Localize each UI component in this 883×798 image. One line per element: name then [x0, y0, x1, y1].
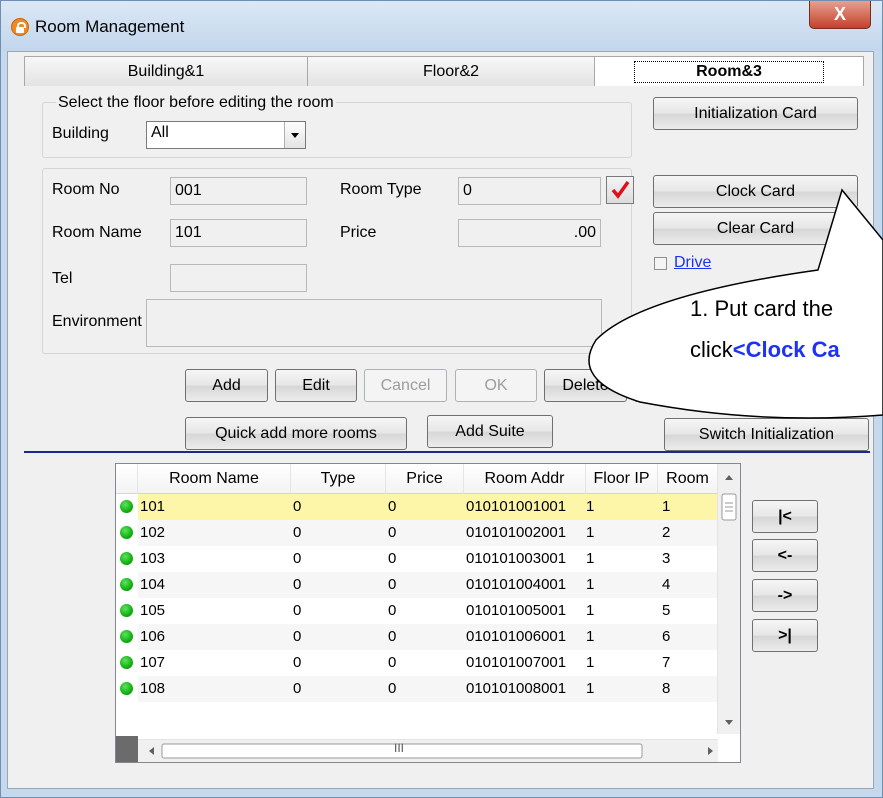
- column-header-type[interactable]: Type: [291, 464, 386, 494]
- callout-line-1: 1. Put card the: [690, 296, 834, 321]
- table-cell: 8: [662, 680, 671, 697]
- table-cell: 6: [662, 628, 671, 645]
- scroll-right-icon: [708, 747, 713, 755]
- room-table[interactable]: Room Name Type Price Room Addr Floor IP …: [115, 463, 741, 763]
- table-cell: 010101003001: [466, 550, 567, 567]
- table-cell: 101: [140, 498, 166, 515]
- section-separator: [24, 451, 870, 453]
- table-cell: 010101006001: [466, 628, 567, 645]
- table-cell: 0: [293, 654, 302, 671]
- previous-record-button[interactable]: <-: [752, 539, 818, 572]
- table-cell: 1: [662, 498, 671, 515]
- table-cell: 103: [140, 550, 166, 567]
- horizontal-scrollbar[interactable]: III: [138, 739, 718, 762]
- table-cell: 3: [662, 550, 671, 567]
- status-dot-icon: [120, 682, 133, 695]
- table-cell: 0: [293, 524, 302, 541]
- table-row[interactable]: 104 0 0 010101004001 1 4: [116, 572, 718, 598]
- table-cell: 010101004001: [466, 576, 567, 593]
- table-cell: 108: [140, 680, 166, 697]
- table-row[interactable]: 108 0 0 010101008001 1 8: [116, 676, 718, 702]
- status-dot-icon: [120, 552, 133, 565]
- table-cell: 010101001001: [466, 498, 567, 515]
- table-cell: 106: [140, 628, 166, 645]
- table-row[interactable]: 105 0 0 010101005001 1 5: [116, 598, 716, 624]
- table-cell: 010101008001: [466, 680, 567, 697]
- table-row[interactable]: 107 0 0 010101007001 1 7: [116, 650, 716, 676]
- table-cell: 0: [388, 680, 397, 697]
- table-cell: 0: [293, 680, 302, 697]
- table-cell: 0: [293, 576, 302, 593]
- table-row[interactable]: 101 0 0 010101001001 1 1: [116, 494, 718, 520]
- table-cell: 0: [293, 602, 302, 619]
- table-cell: 0: [293, 550, 302, 567]
- table-cell: 010101005001: [466, 602, 567, 619]
- table-cell: 107: [140, 654, 166, 671]
- status-dot-icon: [120, 578, 133, 591]
- table-cell: 1: [586, 524, 595, 541]
- status-dot-icon: [120, 604, 133, 617]
- column-header-price[interactable]: Price: [386, 464, 464, 494]
- table-cell: 1: [586, 680, 595, 697]
- table-row[interactable]: 102 0 0 010101002001 1 2: [116, 520, 718, 546]
- callout-line-2: click<Clock Ca: [690, 337, 840, 362]
- table-cell: 0: [388, 602, 397, 619]
- table-cell: 102: [140, 524, 166, 541]
- table-cell: 5: [662, 602, 671, 619]
- table-cell: 1: [586, 576, 595, 593]
- scroll-left-icon: [149, 747, 154, 755]
- table-corner: [116, 736, 138, 762]
- last-record-button[interactable]: >|: [752, 619, 818, 652]
- table-cell: 1: [586, 654, 595, 671]
- status-dot-icon: [120, 656, 133, 669]
- row-selector-header: [116, 464, 138, 494]
- table-cell: 0: [388, 654, 397, 671]
- scroll-down-icon: [725, 720, 733, 725]
- table-cell: 0: [293, 628, 302, 645]
- table-cell: 1: [586, 550, 595, 567]
- table-row[interactable]: 103 0 0 010101003001 1 3: [116, 546, 716, 572]
- table-cell: 4: [662, 576, 671, 593]
- table-header: Room Name Type Price Room Addr Floor IP …: [116, 464, 718, 494]
- column-header-floor-ip[interactable]: Floor IP: [586, 464, 658, 494]
- table-cell: 2: [662, 524, 671, 541]
- table-cell: 0: [388, 576, 397, 593]
- table-cell: 010101002001: [466, 524, 567, 541]
- status-dot-icon: [120, 500, 133, 513]
- table-cell: 0: [388, 498, 397, 515]
- column-header-room-name[interactable]: Room Name: [138, 464, 291, 494]
- vertical-scrollbar[interactable]: [717, 464, 740, 734]
- first-record-button[interactable]: |<: [752, 500, 818, 533]
- table-row[interactable]: 106 0 0 010101006001 1 6: [116, 624, 718, 650]
- table-cell: 7: [662, 654, 671, 671]
- scroll-grip-text: III: [394, 741, 405, 755]
- table-cell: 1: [586, 498, 595, 515]
- table-cell: 0: [293, 498, 302, 515]
- next-record-button[interactable]: ->: [752, 579, 818, 612]
- column-header-room-addr[interactable]: Room Addr: [464, 464, 586, 494]
- scroll-up-icon: [725, 475, 733, 480]
- status-dot-icon: [120, 526, 133, 539]
- table-cell: 1: [586, 628, 595, 645]
- table-cell: 0: [388, 628, 397, 645]
- table-cell: 0: [388, 550, 397, 567]
- status-dot-icon: [120, 630, 133, 643]
- table-cell: 010101007001: [466, 654, 567, 671]
- table-cell: 104: [140, 576, 166, 593]
- table-cell: 0: [388, 524, 397, 541]
- column-header-room[interactable]: Room: [658, 464, 718, 494]
- table-cell: 105: [140, 602, 166, 619]
- table-cell: 1: [586, 602, 595, 619]
